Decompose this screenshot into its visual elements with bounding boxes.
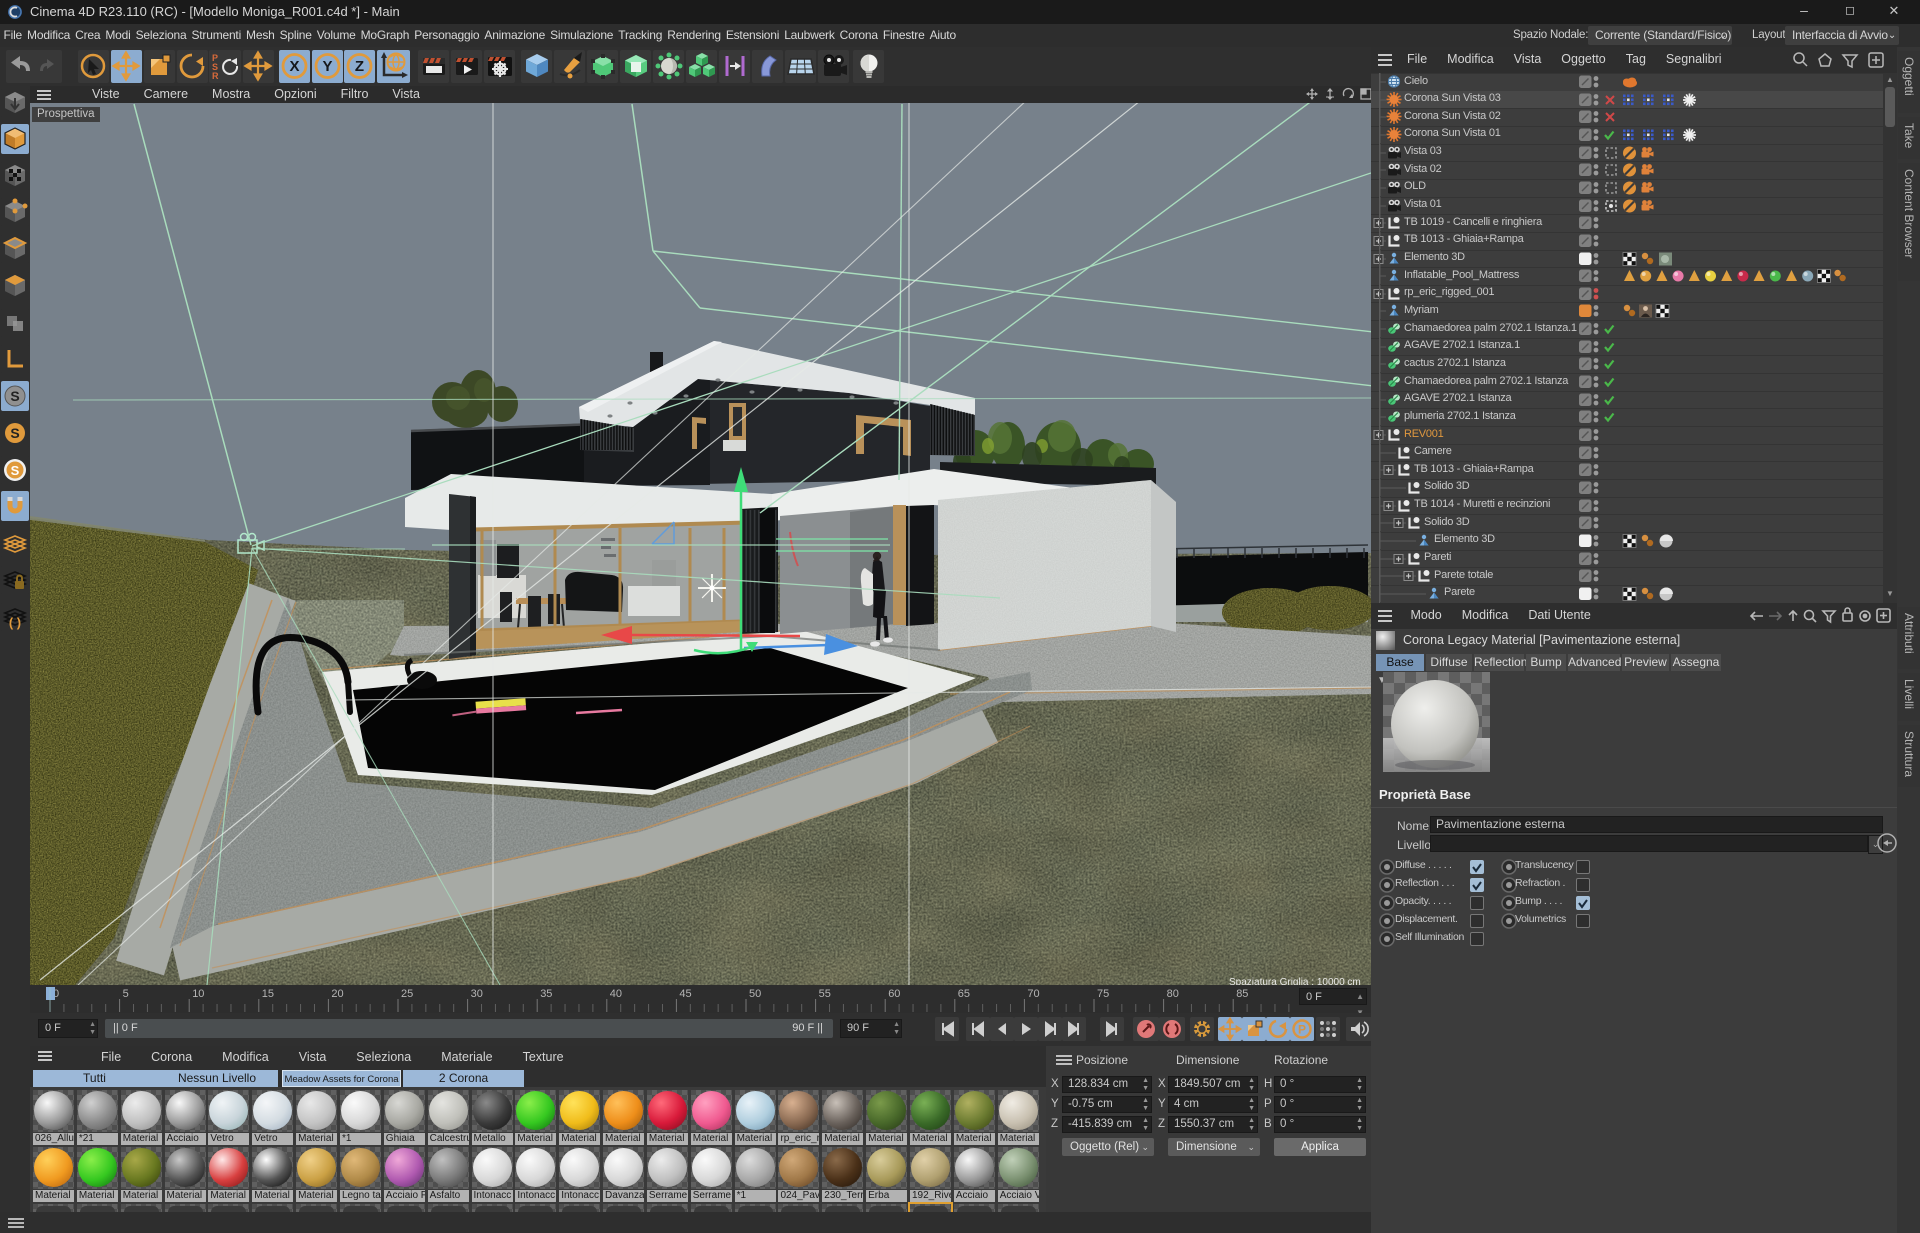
svg-text:Z: Z <box>355 58 364 75</box>
svg-text:25: 25 <box>401 988 413 1000</box>
svg-text:70: 70 <box>1027 988 1039 1000</box>
svg-text:50: 50 <box>749 988 761 1000</box>
svg-text:10: 10 <box>192 988 204 1000</box>
svg-text:Y: Y <box>322 58 332 75</box>
svg-text:75: 75 <box>1097 988 1109 1000</box>
svg-text:15: 15 <box>262 988 274 1000</box>
svg-text:X: X <box>289 58 299 75</box>
svg-text:45: 45 <box>679 988 691 1000</box>
svg-text:55: 55 <box>819 988 831 1000</box>
svg-text:S: S <box>11 463 20 478</box>
svg-text:20: 20 <box>331 988 343 1000</box>
svg-text:S: S <box>10 425 19 441</box>
svg-text:R: R <box>212 71 219 81</box>
svg-text:80: 80 <box>1167 988 1179 1000</box>
svg-text:5: 5 <box>123 988 129 1000</box>
svg-text:P: P <box>1298 1023 1306 1037</box>
svg-text:35: 35 <box>540 988 552 1000</box>
svg-text:30: 30 <box>471 988 483 1000</box>
svg-text:S: S <box>10 388 19 404</box>
svg-text:( ): ( ) <box>9 615 21 630</box>
svg-text:Spaziatura Griglia : 10000 cm: Spaziatura Griglia : 10000 cm <box>1229 977 1361 985</box>
svg-text:65: 65 <box>958 988 970 1000</box>
svg-text:40: 40 <box>610 988 622 1000</box>
svg-text:60: 60 <box>888 988 900 1000</box>
svg-text:85: 85 <box>1236 988 1248 1000</box>
